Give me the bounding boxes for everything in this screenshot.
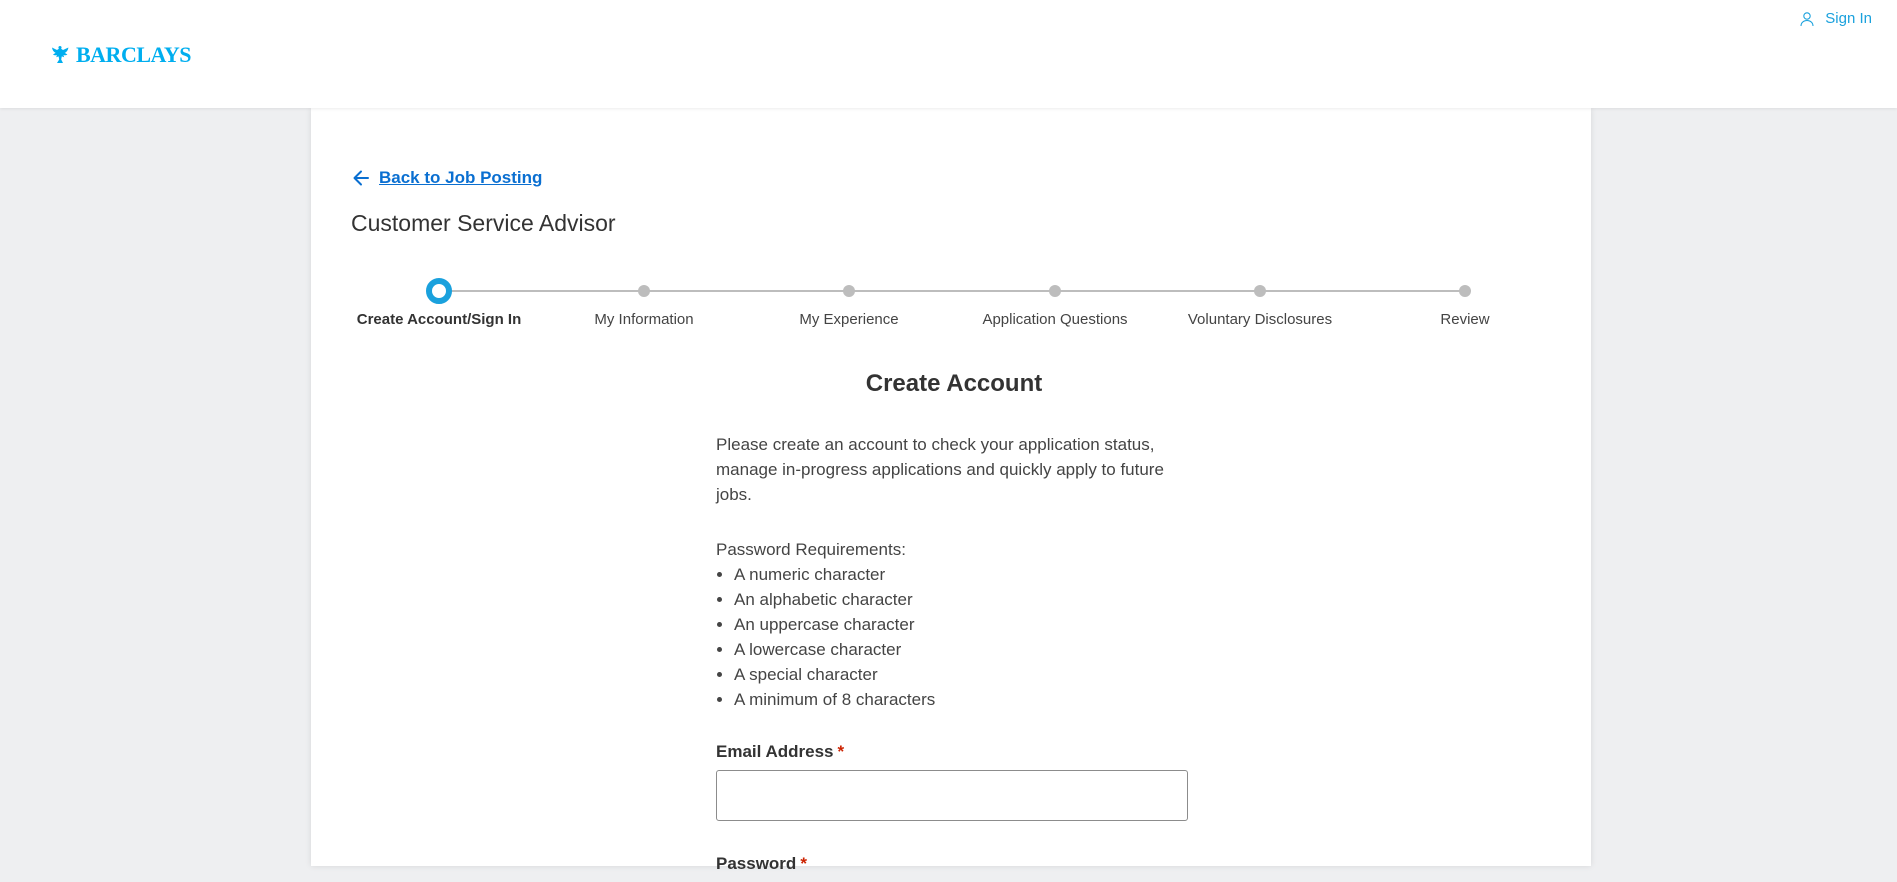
step-dot bbox=[1254, 285, 1266, 297]
form-intro: Please create an account to check your a… bbox=[716, 435, 1164, 504]
form-heading: Create Account bbox=[865, 370, 1043, 397]
back-link-label: Back to Job Posting bbox=[379, 168, 543, 187]
application-stepper: Create Account/Sign In My Information My… bbox=[351, 278, 1501, 338]
create-account-form: Create Account Please create an account … bbox=[716, 370, 1188, 882]
password-requirements-list: A numeric character An alphabetic charac… bbox=[716, 562, 1188, 712]
list-item: A special character bbox=[734, 662, 1188, 687]
job-title: Customer Service Advisor bbox=[351, 210, 616, 236]
user-icon bbox=[1800, 11, 1814, 26]
password-label: Password * bbox=[716, 854, 1188, 874]
step-dot bbox=[638, 285, 650, 297]
step-voluntary-disclosures[interactable]: Voluntary Disclosures bbox=[1170, 278, 1350, 328]
required-marker: * bbox=[837, 742, 845, 761]
step-label: My Information bbox=[594, 311, 694, 328]
list-item: An uppercase character bbox=[734, 612, 1188, 637]
step-label: My Experience bbox=[799, 311, 899, 328]
list-item: A minimum of 8 characters bbox=[734, 687, 1188, 712]
step-my-experience[interactable]: My Experience bbox=[759, 278, 939, 328]
list-item: A numeric character bbox=[734, 562, 1188, 587]
logo-text: BARCLAYS bbox=[76, 42, 192, 67]
top-bar: BARCLAYS Sign In bbox=[0, 0, 1897, 108]
sign-in-link[interactable]: Sign In bbox=[1799, 10, 1872, 27]
step-dot bbox=[1459, 285, 1471, 297]
required-marker: * bbox=[800, 854, 807, 873]
list-item: An alphabetic character bbox=[734, 587, 1188, 612]
email-label: Email Address * bbox=[716, 742, 1188, 762]
step-dot bbox=[1049, 285, 1061, 297]
eagle-icon bbox=[52, 46, 69, 63]
email-field[interactable] bbox=[716, 770, 1188, 821]
step-label: Review bbox=[1440, 311, 1490, 328]
password-requirements-title: Password Requirements: bbox=[716, 540, 906, 559]
back-to-job-posting-link[interactable]: Back to Job Posting bbox=[351, 168, 542, 188]
sign-in-label: Sign In bbox=[1825, 10, 1872, 27]
application-card: Back to Job Posting Customer Service Adv… bbox=[311, 108, 1591, 873]
password-label-text: Password bbox=[716, 854, 797, 873]
step-label: Voluntary Disclosures bbox=[1187, 311, 1333, 328]
step-label: Create Account/Sign In bbox=[356, 311, 522, 328]
step-my-information[interactable]: My Information bbox=[554, 278, 734, 328]
step-application-questions[interactable]: Application Questions bbox=[965, 278, 1145, 328]
step-dot bbox=[843, 285, 855, 297]
step-review[interactable]: Review bbox=[1375, 278, 1555, 328]
email-label-text: Email Address bbox=[716, 742, 834, 761]
list-item: A lowercase character bbox=[734, 637, 1188, 662]
step-create-account[interactable]: Create Account/Sign In bbox=[349, 278, 529, 328]
step-label: Application Questions bbox=[982, 311, 1128, 328]
step-active-dot bbox=[426, 278, 452, 304]
barclays-logo[interactable]: BARCLAYS bbox=[48, 42, 192, 68]
arrow-left-icon bbox=[353, 170, 369, 186]
